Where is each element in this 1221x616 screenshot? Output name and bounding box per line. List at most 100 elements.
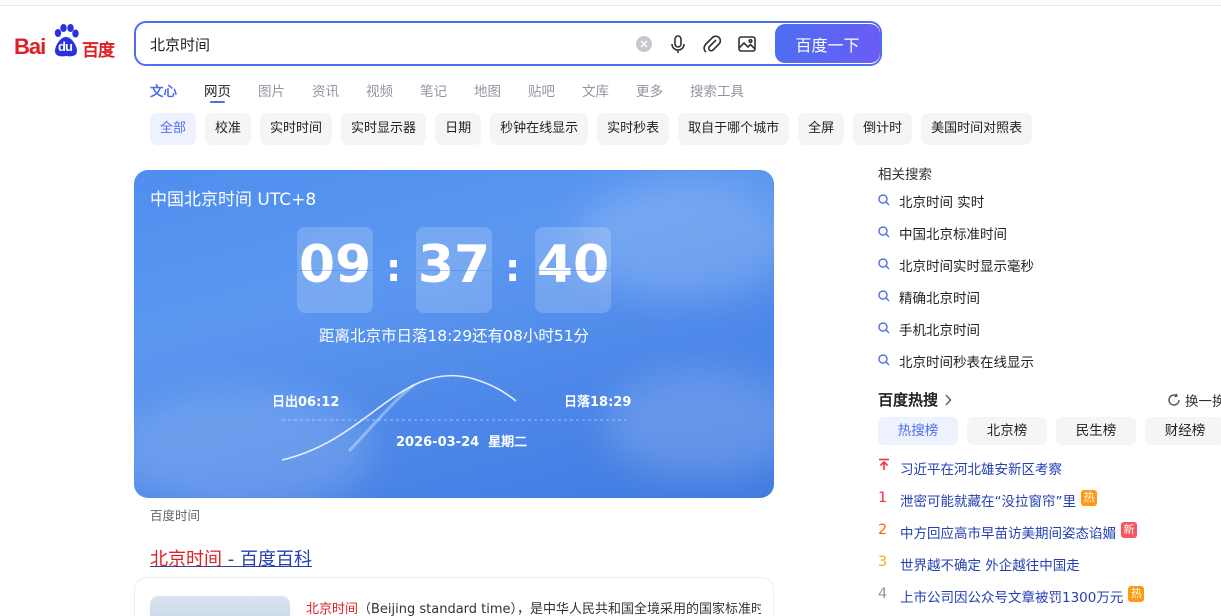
related-item[interactable]: 北京时间秒表在线显示 (878, 351, 1034, 383)
hot-item[interactable]: 2 中方回应高市早苗访美期间姿态谄媚 新 (878, 522, 1144, 554)
result-card: 北京时间（Beijing standard time），是中华人民共和国全境采用… (134, 577, 774, 616)
hot-badge: 热 (1128, 586, 1145, 602)
related-item[interactable]: 北京时间实时显示毫秒 (878, 255, 1034, 287)
result-title-rest: - 百度百科 (222, 549, 312, 570)
hours-display: 09 (297, 227, 373, 313)
hot-item[interactable]: 1 泄密可能就藏在“没拉窗帘”里 热 (878, 490, 1144, 522)
sunset-countdown: 距离北京市日落18:29还有08小时51分 (318, 327, 590, 345)
chip-realtime-display[interactable]: 实时显示器 (341, 113, 427, 145)
related-item[interactable]: 手机北京时间 (878, 319, 1034, 351)
sunrise-time: 日出06:12 (272, 395, 340, 410)
search-icon (878, 354, 890, 366)
beijing-time-card: 中国北京时间 UTC+8 09 : 37 : 40 距离北京市日落18:29还有… (134, 170, 774, 498)
hot-item-rank: 3 (878, 554, 888, 570)
time-card-title: 中国北京时间 UTC+8 (150, 190, 317, 210)
minutes-display: 37 (416, 227, 492, 313)
chip-seconds-online[interactable]: 秒钟在线显示 (490, 113, 589, 145)
search-box: 百度一下 (134, 21, 882, 66)
weekday-value: 星期二 (488, 435, 528, 450)
tab-wenxin[interactable]: 文心 (150, 80, 177, 104)
chip-fullscreen[interactable]: 全屏 (798, 113, 845, 145)
refresh-button[interactable]: 换一换 (1167, 390, 1221, 410)
logo-text-paw: du (58, 39, 73, 54)
attachment-icon[interactable] (702, 34, 722, 54)
hot-item-text: 世界越不确定 外企越往中国走 (900, 558, 1080, 574)
tab-web[interactable]: 网页 (204, 80, 231, 104)
time-separator: : (386, 246, 402, 290)
related-item[interactable]: 中国北京标准时间 (878, 223, 1034, 255)
hot-item[interactable]: 4 上市公司因公众号文章被罚1300万元 热 (878, 586, 1145, 616)
hot-badge: 热 (1081, 490, 1097, 506)
result-title-link[interactable]: 北京时间 - 百度百科 (150, 545, 312, 571)
search-icon (878, 322, 890, 334)
tab-news[interactable]: 资讯 (312, 80, 339, 104)
related-item[interactable]: 精确北京时间 (878, 287, 1034, 319)
sunset-time: 日落18:29 (564, 395, 632, 410)
time-separator: : (505, 246, 521, 290)
seconds-display: 40 (535, 227, 611, 313)
pin-top-icon (878, 458, 900, 475)
related-item-label: 北京时间 实时 (899, 195, 985, 211)
sun-path-arc (281, 374, 626, 461)
tab-wenku[interactable]: 文库 (582, 80, 609, 104)
hot-item-rank: 2 (878, 522, 888, 538)
hot-search-title[interactable]: 百度热搜 (878, 389, 952, 410)
hot-item-text: 习近平在河北雄安新区考察 (900, 462, 1062, 478)
chip-which-city[interactable]: 取自于哪个城市 (678, 113, 790, 145)
result-thumbnail[interactable] (150, 596, 290, 616)
related-item-label: 北京时间秒表在线显示 (899, 355, 1034, 371)
search-icon (878, 290, 890, 302)
hot-tab-finance[interactable]: 财经榜 (1145, 417, 1221, 445)
search-icon (878, 194, 890, 206)
tab-more[interactable]: 更多 (636, 80, 663, 104)
refresh-label: 换一换 (1185, 394, 1221, 410)
minutes-value: 37 (417, 235, 491, 295)
chip-date[interactable]: 日期 (435, 113, 482, 145)
image-search-icon[interactable] (737, 34, 757, 54)
related-item-label: 精确北京时间 (899, 291, 980, 307)
related-item-label: 手机北京时间 (899, 323, 980, 339)
tab-map[interactable]: 地图 (474, 80, 501, 104)
search-input[interactable] (150, 33, 620, 55)
chip-countdown[interactable]: 倒计时 (853, 113, 913, 145)
search-tabs: 文心 网页 图片 资讯 视频 笔记 地图 贴吧 文库 更多 搜索工具 (150, 80, 771, 104)
search-button[interactable]: 百度一下 (775, 24, 880, 63)
tab-tieba[interactable]: 贴吧 (528, 80, 555, 104)
hot-item-text: 上市公司因公众号文章被罚1300万元 (900, 590, 1124, 606)
chip-realtime[interactable]: 实时时间 (260, 113, 333, 145)
hot-item[interactable]: 3 世界越不确定 外企越往中国走 (878, 554, 1144, 586)
hot-item-pinned[interactable]: 习近平在河北雄安新区考察 (878, 458, 1144, 490)
baidu-logo[interactable]: Bai du 百度 (14, 24, 118, 61)
hot-tab-trending[interactable]: 热搜榜 (878, 417, 958, 445)
date-value: 2026-03-24 (396, 435, 480, 450)
seconds-value: 40 (536, 235, 610, 295)
filter-chips: 全部 校准 实时时间 实时显示器 日期 秒钟在线显示 实时秒表 取自于哪个城市 … (150, 113, 1041, 145)
chip-us-time-table[interactable]: 美国时间对照表 (921, 113, 1033, 145)
hot-search-tabs: 热搜榜 北京榜 民生榜 财经榜 (878, 417, 1221, 445)
result-snippet: 北京时间（Beijing standard time），是中华人民共和国全境采用… (306, 598, 761, 616)
tab-search-tools[interactable]: 搜索工具 (690, 80, 744, 104)
tab-video[interactable]: 视频 (366, 80, 393, 104)
chip-all[interactable]: 全部 (150, 113, 197, 145)
related-item[interactable]: 北京时间 实时 (878, 191, 1034, 223)
search-icon (878, 226, 890, 238)
hot-tab-beijing[interactable]: 北京榜 (967, 417, 1047, 445)
hot-item-text: 泄密可能就藏在“没拉窗帘”里 (900, 494, 1076, 510)
related-searches-list: 北京时间 实时 中国北京标准时间 北京时间实时显示毫秒 精确北京时间 手机北京时… (878, 191, 1034, 383)
related-searches-title: 相关搜索 (878, 167, 932, 183)
tab-images[interactable]: 图片 (258, 80, 285, 104)
logo-text-latin: Bai (14, 34, 46, 59)
related-item-label: 北京时间实时显示毫秒 (899, 259, 1034, 275)
chip-calibrate[interactable]: 校准 (205, 113, 252, 145)
clear-icon[interactable] (636, 36, 652, 52)
chevron-right-icon (945, 393, 952, 406)
hot-item-rank: 4 (878, 586, 888, 602)
hot-tab-livelihood[interactable]: 民生榜 (1056, 417, 1136, 445)
hot-item-text: 中方回应高市早苗访美期间姿态谄媚 (900, 526, 1116, 542)
card-source-label: 百度时间 (150, 508, 201, 523)
tab-notes[interactable]: 笔记 (420, 80, 447, 104)
hot-search-list: 习近平在河北雄安新区考察 1 泄密可能就藏在“没拉窗帘”里 热 2 中方回应高市… (878, 458, 1145, 616)
microphone-icon[interactable] (668, 34, 688, 54)
result-title-highlight: 北京时间 (150, 549, 222, 570)
chip-stopwatch[interactable]: 实时秒表 (597, 113, 670, 145)
